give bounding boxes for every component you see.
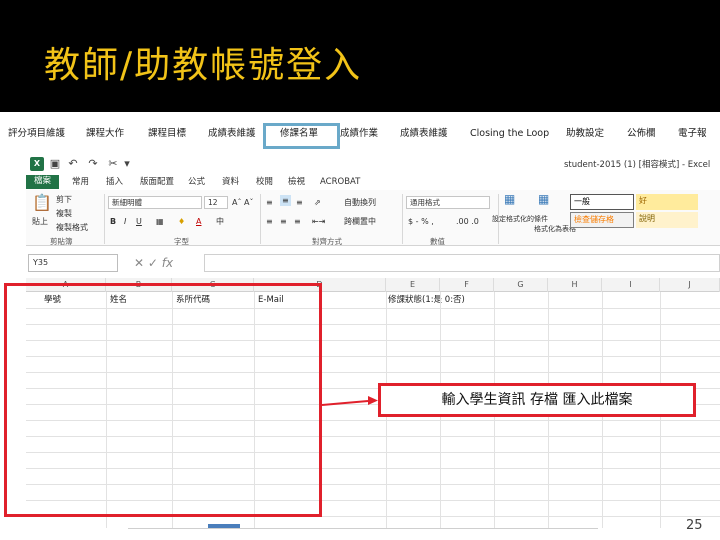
italic-icon[interactable]: I	[124, 216, 126, 227]
formula-input[interactable]	[204, 254, 720, 272]
copy-button[interactable]: 複製	[56, 208, 72, 219]
ribbon-separator	[402, 194, 403, 244]
indent-icon[interactable]: ⇤⇥	[312, 216, 325, 227]
column-header[interactable]: G	[494, 278, 548, 292]
style-check-cell[interactable]: 檢查儲存格	[570, 212, 634, 228]
align-bottom-icon[interactable]: ≡	[296, 197, 303, 208]
style-normal[interactable]: 一般	[570, 194, 634, 210]
formula-bar: Y35 ✕ ✓ fx	[26, 252, 720, 274]
page-number: 25	[686, 518, 703, 533]
style-explanatory[interactable]: 說明	[636, 212, 698, 228]
decimal-icon[interactable]: .00 .0	[456, 216, 479, 227]
formula-icons: ✕ ✓ fx	[134, 254, 173, 272]
nav-item-course-goals[interactable]: 課程目標	[148, 127, 186, 141]
ribbon-separator	[104, 194, 105, 244]
font-size-select[interactable]: 12	[204, 196, 228, 209]
column-header[interactable]: I	[602, 278, 660, 292]
slide-title: 教師/助教帳號登入	[44, 45, 363, 86]
paste-button[interactable]: 貼上	[32, 216, 48, 227]
tab-acrobat[interactable]: ACROBAT	[320, 176, 360, 188]
tab-layout[interactable]: 版面配置	[140, 176, 174, 188]
nav-item-ta-settings[interactable]: 助教設定	[566, 127, 604, 141]
header-cell-status[interactable]: 修課狀態(1:是 0:否)	[388, 294, 465, 306]
fill-color-icon[interactable]: ♦	[178, 216, 185, 227]
tab-data[interactable]: 資料	[222, 176, 239, 188]
confirm-icon[interactable]: ✓	[148, 256, 158, 270]
paste-icon[interactable]: 📋	[32, 194, 52, 212]
chevron-down-icon[interactable]: ▾	[120, 157, 134, 171]
tab-home[interactable]: 常用	[72, 176, 89, 188]
instruction-callout: 輸入學生資訊 存檔 匯入此檔案	[378, 383, 696, 417]
conditional-format-icon[interactable]: ▦	[504, 193, 515, 205]
font-grow-icon[interactable]: Aˆ Aˇ	[232, 197, 254, 208]
format-table-icon[interactable]: ▦	[538, 193, 549, 205]
save-icon[interactable]: ▣	[48, 157, 62, 171]
cut-button[interactable]: 剪下	[56, 194, 72, 205]
tab-formulas[interactable]: 公式	[188, 176, 205, 188]
align-middle-icon[interactable]: ≡	[280, 195, 291, 206]
align-top-icon[interactable]: ≡	[266, 197, 273, 208]
phonetic-icon[interactable]: 中	[216, 216, 224, 227]
sheet-tab[interactable]	[208, 524, 240, 528]
number-format-select[interactable]: 通用格式	[406, 196, 490, 209]
scissors-icon[interactable]: ✂	[106, 157, 120, 171]
tab-review[interactable]: 校閱	[256, 176, 273, 188]
excel-title-bar: X ▣ ↶ ↷ ✂ ▾ student-2015 (1) [相容模式] - Ex…	[26, 154, 720, 174]
align-left-icon[interactable]: ≡	[266, 216, 273, 227]
group-number-label: 數值	[430, 237, 445, 246]
bold-icon[interactable]: B	[110, 216, 116, 227]
cancel-icon[interactable]: ✕	[134, 256, 144, 270]
wrap-text-button[interactable]: 自動換列	[344, 197, 376, 208]
align-right-icon[interactable]: ≡	[294, 216, 301, 227]
callout-text: 輸入學生資訊 存檔 匯入此檔案	[441, 392, 633, 408]
undo-icon[interactable]: ↶	[66, 157, 80, 171]
tab-view[interactable]: 檢視	[288, 176, 305, 188]
ribbon-tabs: 檔案 常用 插入 版面配置 公式 資料 校閱 檢視 ACROBAT	[26, 174, 720, 190]
name-box[interactable]: Y35	[28, 254, 118, 272]
nav-item-grade-work[interactable]: 成績作業	[340, 127, 378, 141]
align-center-icon[interactable]: ≡	[280, 216, 287, 227]
tab-insert[interactable]: 插入	[106, 176, 123, 188]
font-color-icon[interactable]: A	[196, 216, 201, 227]
excel-logo-icon: X	[30, 157, 44, 171]
horizontal-scrollbar[interactable]	[128, 528, 598, 529]
nav-item-closing-loop[interactable]: Closing the Loop	[470, 127, 549, 141]
underline-icon[interactable]: U	[136, 216, 142, 227]
nav-item-grading-items[interactable]: 評分項目維護	[8, 127, 65, 141]
border-icon[interactable]: ▦	[156, 216, 164, 227]
course-nav: 評分項目維護 課程大作 課程目標 成績表維護 修課名單 成績作業 成績表維護 C…	[0, 120, 720, 150]
arrow-icon	[322, 396, 378, 406]
column-header[interactable]: F	[440, 278, 494, 292]
group-alignment-label: 對齊方式	[312, 237, 342, 246]
fx-icon[interactable]: fx	[162, 256, 173, 270]
orientation-icon[interactable]: ⇗	[314, 197, 321, 208]
nav-item-newsletter[interactable]: 電子報	[678, 127, 707, 141]
tab-file[interactable]: 檔案	[26, 175, 60, 189]
ribbon: 📋 貼上 剪下 複製 複製格式 剪貼簿 新細明體 12 Aˆ Aˇ B I U …	[26, 190, 720, 246]
font-name-select[interactable]: 新細明體	[108, 196, 202, 209]
group-clipboard-label: 剪貼簿	[50, 237, 73, 246]
window-title: student-2015 (1) [相容模式] - Excel	[564, 160, 711, 170]
title-bar: 教師/助教帳號登入	[0, 0, 720, 112]
roster-highlight-box	[263, 123, 340, 149]
format-painter-button[interactable]: 複製格式	[56, 222, 88, 233]
nav-item-bulletin[interactable]: 公佈欄	[627, 127, 656, 141]
nav-item-grade-sheet[interactable]: 成績表維護	[208, 127, 256, 141]
group-font-label: 字型	[174, 237, 189, 246]
redo-icon[interactable]: ↷	[86, 157, 100, 171]
number-buttons-icon[interactable]: $ - % ,	[408, 216, 434, 227]
nav-item-grade-maint[interactable]: 成績表維護	[400, 127, 448, 141]
nav-item-course-work[interactable]: 課程大作	[86, 127, 124, 141]
column-header[interactable]: H	[548, 278, 602, 292]
style-good[interactable]: 好	[636, 194, 698, 210]
merge-center-button[interactable]: 跨欄置中	[344, 216, 376, 227]
column-header[interactable]: E	[386, 278, 440, 292]
data-entry-highlight	[4, 283, 322, 517]
ribbon-separator	[260, 194, 261, 244]
slide: 教師/助教帳號登入 評分項目維護 課程大作 課程目標 成績表維護 修課名單 成績…	[0, 0, 720, 540]
column-header[interactable]: J	[660, 278, 720, 292]
